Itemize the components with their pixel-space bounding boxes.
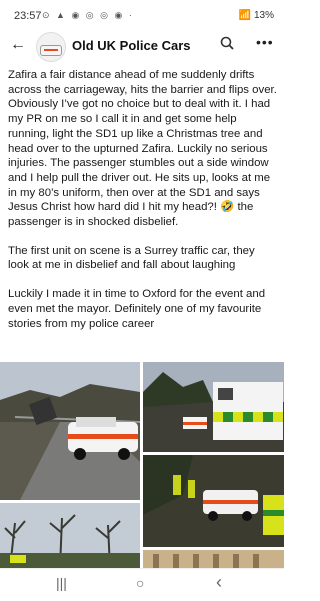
photo-grid xyxy=(0,362,284,568)
photo-crash-scene[interactable] xyxy=(0,362,140,500)
notification-icons: ⊙ ▲ ◉ ◎ ◎ ◉ · xyxy=(42,10,134,20)
recent-apps-button[interactable]: ||| xyxy=(56,575,67,591)
system-nav-bar: ||| ○ ‹ xyxy=(0,568,284,601)
group-header: ← Old UK Police Cars ••• xyxy=(0,28,284,64)
photo-ambulance[interactable] xyxy=(143,362,284,452)
battery-text: 13% xyxy=(253,10,274,21)
photo-trees[interactable] xyxy=(0,503,140,568)
post-paragraph-3: Luckily I made it in time to Oxford for … xyxy=(8,288,266,330)
group-avatar[interactable] xyxy=(36,32,66,62)
photo-officers[interactable] xyxy=(143,455,284,547)
post-paragraph-1: Zafira a fair distance ahead of me sudde… xyxy=(8,69,277,229)
group-title[interactable]: Old UK Police Cars xyxy=(72,38,190,53)
more-options-icon[interactable]: ••• xyxy=(256,34,274,50)
status-bar: 23:57 ⊙ ▲ ◉ ◎ ◎ ◉ · 📶 13% xyxy=(0,0,284,28)
avatar-car-image xyxy=(40,45,62,56)
post-text: Zafira a fair distance ahead of me sudde… xyxy=(8,68,278,345)
status-right: 📶 13% xyxy=(239,10,274,21)
post-paragraph-2: The first unit on scene is a Surrey traf… xyxy=(8,244,255,272)
photo-building[interactable] xyxy=(143,550,284,568)
back-arrow-icon[interactable]: ← xyxy=(10,36,26,54)
back-button[interactable]: ‹ xyxy=(216,572,222,593)
search-icon[interactable] xyxy=(220,36,234,50)
signal-icon: 📶 xyxy=(238,10,252,21)
home-button[interactable]: ○ xyxy=(136,575,144,591)
status-time: 23:57 xyxy=(14,10,42,22)
